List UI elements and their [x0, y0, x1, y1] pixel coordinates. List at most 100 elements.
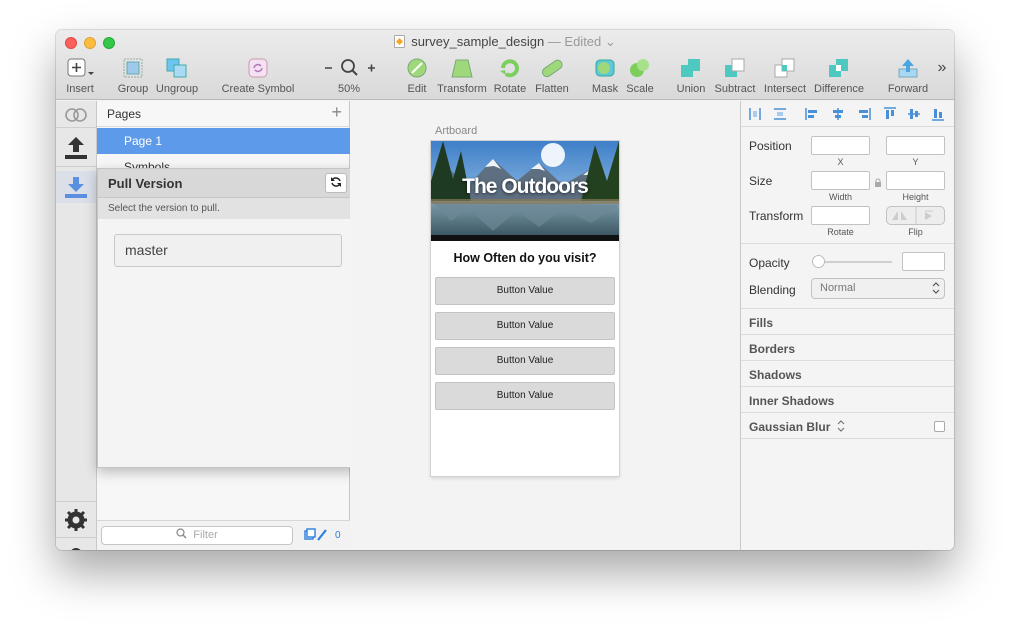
settings-gear-icon[interactable] [56, 506, 96, 539]
pages-title: Pages [107, 107, 142, 121]
artboard[interactable]: The Outdoors How Often do you visit? But… [431, 141, 619, 476]
insert-button[interactable]: Insert [60, 57, 100, 95]
answer-button-2[interactable]: Button Value [435, 312, 615, 340]
refresh-icon [330, 175, 342, 190]
answer-button-1[interactable]: Button Value [435, 277, 615, 305]
rotate-button[interactable]: Rotate [493, 57, 527, 95]
mask-button[interactable]: Mask [590, 57, 620, 95]
flatten-button[interactable]: Flatten [532, 57, 572, 95]
fills-section[interactable]: Fills [749, 316, 773, 330]
height-input[interactable] [886, 171, 945, 190]
edit-button[interactable]: Edit [402, 57, 432, 95]
shadows-section[interactable]: Shadows [749, 368, 802, 382]
difference-button[interactable]: Difference [812, 57, 866, 95]
flip-buttons[interactable] [886, 206, 945, 225]
subtract-button[interactable]: Subtract [712, 57, 758, 95]
ungroup-icon [154, 57, 200, 79]
align-right-icon[interactable] [857, 107, 871, 121]
borders-section[interactable]: Borders [749, 342, 795, 356]
blending-value: Normal [820, 282, 856, 294]
group-icon [114, 57, 152, 79]
align-left-icon[interactable] [805, 107, 819, 121]
answer-button-3[interactable]: Button Value [435, 347, 615, 375]
ungroup-button[interactable]: Ungroup [154, 57, 200, 95]
survey-question: How Often do you visit? [453, 251, 597, 265]
union-button[interactable]: Union [674, 57, 708, 95]
layer-filter-input[interactable]: Filter [101, 526, 293, 545]
section-divider [741, 308, 954, 309]
section-divider [741, 386, 954, 387]
union-label: Union [676, 83, 706, 95]
page-item-page-1[interactable]: Page 1 [97, 128, 350, 154]
transform-button[interactable]: Transform [436, 57, 488, 95]
section-divider [741, 243, 954, 244]
position-y-input[interactable] [886, 136, 945, 155]
push-upload-icon[interactable] [56, 134, 96, 167]
opacity-input[interactable] [902, 252, 945, 271]
window-title: survey_sample_design [411, 34, 545, 49]
window-title-bar: survey_sample_design — Edited ⌄ [56, 34, 954, 50]
zoom-icon [318, 57, 380, 79]
difference-icon [812, 57, 866, 79]
ungroup-label: Ungroup [155, 83, 199, 95]
transform-label: Transform [437, 83, 487, 95]
align-bottom-icon[interactable] [931, 107, 945, 121]
sketch-document-icon [394, 35, 406, 48]
forward-label: Forward [887, 83, 929, 95]
position-y-caption: Y [912, 157, 919, 167]
opacity-slider-thumb[interactable] [812, 255, 825, 268]
distribute-vertical-icon[interactable] [773, 107, 787, 121]
group-button[interactable]: Group [114, 57, 152, 95]
artboard-label[interactable]: Artboard [435, 125, 477, 137]
zoom-control[interactable]: 50% [318, 57, 380, 95]
blending-select[interactable]: Normal [811, 278, 945, 299]
flip-icon [892, 207, 933, 224]
group-label: Group [117, 83, 149, 95]
pull-download-icon[interactable] [56, 171, 96, 203]
gaussian-blur-checkbox[interactable] [934, 421, 945, 432]
rail-divider [56, 501, 96, 502]
flatten-icon [532, 57, 572, 79]
scale-button[interactable]: Scale [624, 57, 656, 95]
section-divider [741, 360, 954, 361]
distribute-horizontal-icon[interactable] [748, 107, 762, 121]
canvas[interactable]: Artboard The Outdoors How Often do you v… [350, 101, 740, 550]
answer-button-4[interactable]: Button Value [435, 382, 615, 410]
account-user-icon[interactable] [56, 545, 96, 550]
refresh-button[interactable] [325, 173, 347, 193]
toolbar: survey_sample_design — Edited ⌄ Insert G… [56, 30, 954, 100]
rail-divider [56, 537, 96, 538]
branch-option-master[interactable]: master [114, 234, 342, 267]
position-x-input[interactable] [811, 136, 870, 155]
edited-status[interactable]: — Edited ⌄ [548, 34, 616, 49]
filter-options-icon[interactable] [304, 528, 332, 547]
pages-header: Pages + [97, 101, 350, 127]
create-symbol-button[interactable]: Create Symbol [220, 57, 296, 95]
intersect-button[interactable]: Intersect [762, 57, 808, 95]
popover-title: Pull Version [108, 176, 183, 191]
width-input[interactable] [811, 171, 870, 190]
blur-type-chevron-icon[interactable] [834, 420, 845, 434]
inspector-panel: Position X Y Size Width Height Transform… [740, 101, 954, 550]
lock-proportions-icon[interactable] [874, 175, 882, 193]
transform-label: Transform [749, 209, 804, 223]
filter-count: 0 [335, 530, 341, 541]
toolbar-overflow-button[interactable]: » [932, 59, 952, 77]
opacity-label: Opacity [749, 256, 790, 270]
inner-shadows-section[interactable]: Inner Shadows [749, 394, 834, 408]
difference-label: Difference [814, 83, 864, 95]
align-center-icon[interactable] [831, 107, 845, 121]
align-middle-icon[interactable] [907, 107, 921, 121]
subtract-label: Subtract [714, 83, 756, 95]
rotate-input[interactable] [811, 206, 870, 225]
blending-label: Blending [749, 283, 796, 297]
forward-button[interactable]: Forward [884, 57, 932, 95]
hero-title: The Outdoors [462, 175, 589, 198]
gaussian-blur-section[interactable]: Gaussian Blur [749, 420, 845, 434]
flip-caption: Flip [908, 227, 923, 237]
add-page-button[interactable]: + [331, 102, 342, 123]
gaussian-blur-label: Gaussian Blur [749, 420, 831, 434]
hero-divider [431, 235, 619, 241]
align-top-icon[interactable] [883, 107, 897, 121]
popover-header: Pull Version [98, 169, 357, 198]
